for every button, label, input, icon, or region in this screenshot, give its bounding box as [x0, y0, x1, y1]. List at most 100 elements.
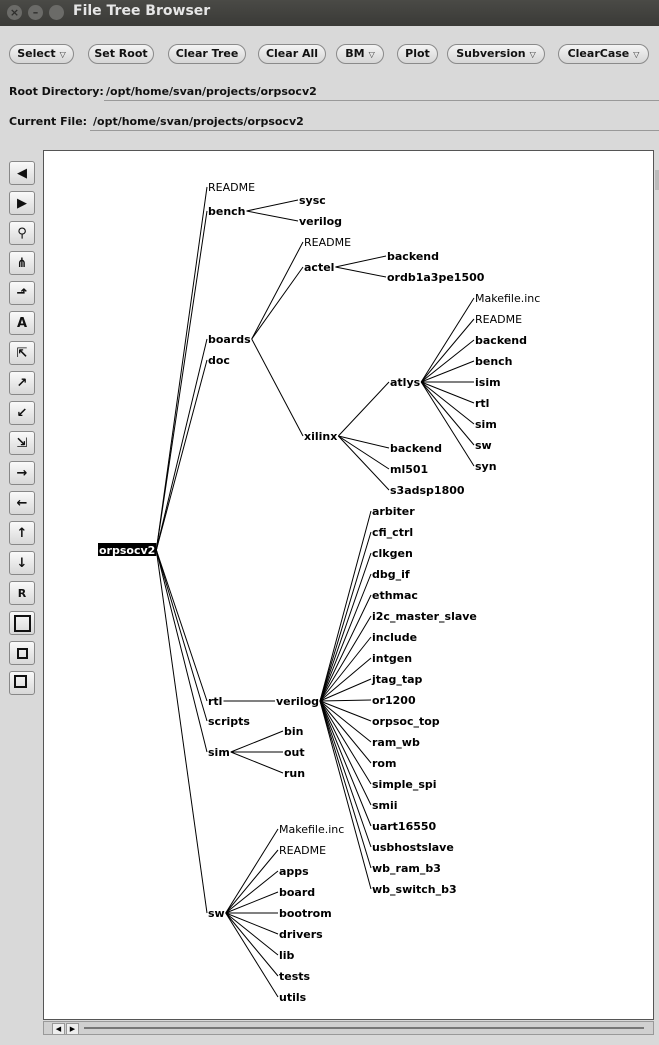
current-file-field[interactable]: /opt/home/svan/projects/orpsocv2 [93, 115, 304, 128]
set-root-button[interactable]: Set Root [88, 44, 154, 64]
magnifier-icon[interactable]: ⚲ [9, 221, 35, 245]
tree-node-doc[interactable]: doc [208, 354, 230, 367]
tree-node-lib[interactable]: lib [279, 949, 295, 962]
tree-node-verilog2[interactable]: verilog [276, 695, 319, 708]
horizontal-scrollbar[interactable]: ◀ ▶ [43, 1021, 654, 1035]
tree-node-ordb[interactable]: ordb1a3pe1500 [387, 271, 485, 284]
arrow-right-icon[interactable]: → [9, 461, 35, 485]
tree-node-ramwb[interactable]: ram_wb [372, 736, 420, 749]
tree-node-spi[interactable]: simple_spi [372, 778, 437, 791]
tree-node-sim2[interactable]: sim [475, 418, 497, 431]
tree-node-readme3[interactable]: README [475, 313, 522, 326]
tree-node-usb[interactable]: usbhostslave [372, 841, 454, 854]
clear-tree-button[interactable]: Clear Tree [168, 44, 246, 64]
scroll-right-icon[interactable]: ▶ [66, 1023, 79, 1035]
tree-node-s3adsp[interactable]: s3adsp1800 [390, 484, 465, 497]
tree-node-readme4[interactable]: README [279, 844, 326, 857]
tree-node-actel[interactable]: actel [304, 261, 334, 274]
tree-node-uart[interactable]: uart16550 [372, 820, 437, 833]
tree-node-out[interactable]: out [284, 746, 305, 759]
refresh-button[interactable]: R [9, 581, 35, 605]
tree-node-readme1[interactable]: README [208, 181, 255, 194]
tree-node-ml501[interactable]: ml501 [390, 463, 428, 476]
text-tool-icon[interactable]: A [9, 311, 35, 335]
tree-edge [251, 241, 304, 340]
tree-node-bench[interactable]: bench [208, 205, 246, 218]
tree-node-drivers[interactable]: drivers [279, 928, 323, 941]
tree-node-bootrom[interactable]: bootrom [279, 907, 332, 920]
tree-node-wbsw[interactable]: wb_switch_b3 [372, 883, 457, 896]
arrow-up-icon[interactable]: ↑ [9, 521, 35, 545]
tree-node-verilog1[interactable]: verilog [299, 215, 342, 228]
back-arrow-icon[interactable]: ◀ [9, 161, 35, 185]
tree-node-run[interactable]: run [284, 767, 305, 780]
tree-node-sw2[interactable]: sw [475, 439, 492, 452]
current-file-label: Current File: [9, 115, 88, 128]
tree-node-rtl2[interactable]: rtl [475, 397, 489, 410]
root-directory-field[interactable]: /opt/home/svan/projects/orpsocv2 [106, 85, 317, 98]
tree-node-apps[interactable]: apps [279, 865, 309, 878]
tree-node-ethmac[interactable]: ethmac [372, 589, 418, 602]
tree-node-bin[interactable]: bin [284, 725, 303, 738]
tree-node-jtag[interactable]: jtag_tap [371, 673, 423, 686]
tree-node-mkinc1[interactable]: Makefile.inc [475, 292, 540, 305]
tree-node-backend2[interactable]: backend [475, 334, 527, 347]
arrow-up-left-icon[interactable]: ⇱ [9, 341, 35, 365]
tree-node-sysc[interactable]: sysc [299, 194, 326, 207]
tree-node-dbg[interactable]: dbg_if [372, 568, 410, 581]
minimize-icon[interactable]: – [28, 5, 43, 20]
tree-node-scripts[interactable]: scripts [208, 715, 250, 728]
tree-node-mkinc2[interactable]: Makefile.inc [279, 823, 344, 836]
square-large-icon[interactable] [9, 611, 35, 635]
tree-node-backend3[interactable]: backend [390, 442, 442, 455]
tree-node-xilinx[interactable]: xilinx [304, 430, 337, 443]
tree-node-isim[interactable]: isim [475, 376, 501, 389]
tree-node-utils[interactable]: utils [279, 991, 307, 1004]
plot-button[interactable]: Plot [397, 44, 438, 64]
select-menu-button[interactable]: Select ▽ [9, 44, 74, 64]
clear-all-button[interactable]: Clear All [258, 44, 326, 64]
tree-node-boards[interactable]: boards [208, 333, 251, 346]
tree-node-cfi[interactable]: cfi_ctrl [372, 526, 413, 539]
tree-node-sw[interactable]: sw [208, 907, 225, 920]
tree-node-atlys[interactable]: atlys [390, 376, 421, 389]
step-layout-icon[interactable]: ⬏ [9, 281, 35, 305]
tree-node-smii[interactable]: smii [372, 799, 398, 812]
tree-node-clkgen[interactable]: clkgen [372, 547, 413, 560]
square-small-icon[interactable] [9, 641, 35, 665]
arrow-down-left-icon[interactable]: ↙ [9, 401, 35, 425]
forward-arrow-icon[interactable]: ▶ [9, 191, 35, 215]
clearcase-menu-button[interactable]: ClearCase ▽ [558, 44, 649, 64]
tree-node-wbram[interactable]: wb_ram_b3 [372, 862, 441, 875]
close-icon[interactable]: × [7, 5, 22, 20]
arrow-down-icon[interactable]: ↓ [9, 551, 35, 575]
tree-node-sim[interactable]: sim [208, 746, 230, 759]
tree-node-include[interactable]: include [372, 631, 417, 644]
tree-node-i2c[interactable]: i2c_master_slave [372, 610, 477, 623]
arrow-down-right-icon[interactable]: ⇲ [9, 431, 35, 455]
tree-node-backend1[interactable]: backend [387, 250, 439, 263]
tree-node-intgen[interactable]: intgen [372, 652, 412, 665]
tree-node-orpsoctop[interactable]: orpsoc_top [372, 715, 440, 728]
clearcase-label: ClearCase [567, 47, 630, 60]
tree-node-arbiter[interactable]: arbiter [372, 505, 415, 518]
tree-node-bench2[interactable]: bench [475, 355, 513, 368]
bm-menu-button[interactable]: BM ▽ [336, 44, 384, 64]
tree-node-syn[interactable]: syn [475, 460, 497, 473]
tree-root-node[interactable]: orpsocv2 [99, 544, 155, 557]
scroll-track[interactable] [84, 1027, 644, 1029]
tree-node-readme2[interactable]: README [304, 236, 351, 249]
tree-layout-icon[interactable]: ⋔ [9, 251, 35, 275]
tree-node-rom[interactable]: rom [372, 757, 396, 770]
zoom-region-icon[interactable] [9, 671, 35, 695]
tree-node-board[interactable]: board [279, 886, 315, 899]
tree-node-rtl[interactable]: rtl [208, 695, 222, 708]
maximize-icon[interactable] [49, 5, 64, 20]
subversion-menu-button[interactable]: Subversion ▽ [447, 44, 545, 64]
tree-node-or1200[interactable]: or1200 [372, 694, 416, 707]
arrow-up-right-icon[interactable]: ↗ [9, 371, 35, 395]
arrow-left-icon[interactable]: ← [9, 491, 35, 515]
scroll-left-icon[interactable]: ◀ [52, 1023, 65, 1035]
tree-canvas[interactable]: orpsocv2 README bench sysc verilog boards READ… [43, 150, 654, 1020]
tree-node-tests[interactable]: tests [279, 970, 311, 983]
